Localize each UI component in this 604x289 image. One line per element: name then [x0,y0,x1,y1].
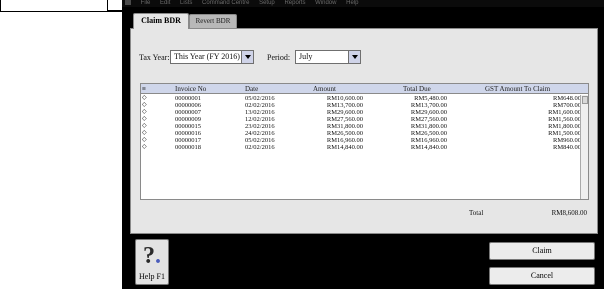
row-indicator-icon: ◇ [142,130,147,136]
cell-invoice-no: 00000016 [175,130,201,137]
cell-gst-amount: RM1,600.00 [548,109,581,116]
scrollbar-thumb[interactable] [582,96,588,104]
cell-date: 24/02/2016 [245,130,275,137]
claim-button[interactable]: Claim [489,242,595,260]
tax-year-value: This Year (FY 2016) [174,52,240,61]
filter-row: Tax Year: This Year (FY 2016) Period: Ju… [135,49,435,65]
cell-date: 05/02/2016 [245,95,275,102]
table-row[interactable]: ◇ 00000016 24/02/2016 RM26,500.00 RM26,500.0… [141,130,588,137]
cell-amount: RM29,600.00 [326,109,363,116]
col-date[interactable]: Date [245,84,258,94]
menu-bar: File Edit Lists Command Centre Setup Rep… [122,0,604,7]
menu-file[interactable]: File [141,0,151,6]
help-icon: ?. [143,243,161,269]
cell-amount: RM27,560.00 [326,116,363,123]
menu-edit[interactable]: Edit [160,0,170,6]
total-value: RM8,608.00 [551,209,587,217]
grid-rows: ◇ 00000001 05/02/2016 RM10,600.00 RM5,480.00… [141,95,588,151]
cell-total-due: RM5,480.00 [414,95,447,102]
cell-gst-amount: RM960.00 [553,137,581,144]
cell-invoice-no: 00000006 [175,102,201,109]
cell-invoice-no: 00000001 [175,95,201,102]
row-indicator-icon: ◇ [142,116,147,122]
cell-invoice-no: 00000009 [175,116,201,123]
tax-year-select[interactable]: This Year (FY 2016) [170,50,254,64]
row-indicator-icon: ◇ [142,144,147,150]
cell-date: 02/02/2016 [245,102,275,109]
row-indicator-icon: ◇ [142,137,147,143]
cell-date: 05/02/2016 [245,137,275,144]
tab-claim-bdr[interactable]: Claim BDR [133,13,189,29]
cell-invoice-no: 00000007 [175,109,201,116]
col-invoice-no[interactable]: Invoice No [175,84,206,94]
cell-amount: RM10,600.00 [326,95,363,102]
menu-setup[interactable]: Setup [259,0,275,6]
cell-gst-amount: RM1,500.00 [548,130,581,137]
cell-date: 23/02/2016 [245,123,275,130]
table-row[interactable]: ◇ 00000009 12/02/2016 RM27,560.00 RM27,560.0… [141,116,588,123]
row-indicator-icon: ◇ [142,102,147,108]
table-row[interactable]: ◇ 00000017 05/02/2016 RM16,960.00 RM16,960.0… [141,137,588,144]
table-row[interactable]: ◇ 00000018 02/02/2016 RM14,840.00 RM14,840.0… [141,144,588,151]
cell-amount: RM16,960.00 [326,137,363,144]
grid-scrollbar[interactable] [580,95,588,199]
cell-invoice-no: 00000018 [175,144,201,151]
table-row[interactable]: ◇ 00000001 05/02/2016 RM10,600.00 RM5,480.00… [141,95,588,102]
col-gst-amount[interactable]: GST Amount To Claim [485,84,550,94]
period-select[interactable]: July [295,50,361,64]
menu-reports[interactable]: Reports [284,0,305,6]
total-label: Total [469,209,484,217]
table-row[interactable]: ◇ 00000015 23/02/2016 RM31,800.00 RM31,800.0… [141,123,588,130]
tax-year-label: Tax Year: [139,53,170,62]
cell-amount: RM14,840.00 [326,144,363,151]
grid-header: ≡ Invoice No Date Amount Total Due GST A… [141,84,588,94]
help-button[interactable]: ?. Help F1 [135,239,169,285]
cell-gst-amount: RM1,800.00 [548,123,581,130]
period-label: Period: [267,53,291,62]
cell-gst-amount: RM700.00 [553,102,581,109]
tab-revert-bdr[interactable]: Revert BDR [189,14,237,28]
cell-gst-amount: RM840.00 [553,144,581,151]
cell-date: 13/02/2016 [245,109,275,116]
cell-total-due: RM31,800.00 [410,123,447,130]
table-row[interactable]: ◇ 00000006 02/02/2016 RM13,700.00 RM13,700.0… [141,102,588,109]
menu-help[interactable]: Help [346,0,358,6]
chevron-down-icon[interactable] [348,51,360,63]
grid-menu-icon[interactable]: ≡ [142,85,150,93]
cell-invoice-no: 00000017 [175,137,201,144]
menu-command-centre[interactable]: Command Centre [202,0,249,6]
col-amount[interactable]: Amount [313,84,336,94]
menu-lists[interactable]: Lists [180,0,192,6]
table-row[interactable]: ◇ 00000007 13/02/2016 RM29,600.00 RM29,600.0… [141,109,588,116]
cell-total-due: RM27,560.00 [410,116,447,123]
cell-total-due: RM14,840.00 [410,144,447,151]
cell-gst-amount: RM1,560.00 [548,116,581,123]
cell-total-due: RM16,960.00 [410,137,447,144]
cell-amount: RM13,700.00 [326,102,363,109]
chevron-down-icon[interactable] [241,51,253,63]
cell-total-due: RM13,700.00 [410,102,447,109]
claim-bdr-panel: Tax Year: This Year (FY 2016) Period: Ju… [130,28,598,234]
menu-window[interactable]: Window [315,0,336,6]
callout-box [0,0,108,12]
cell-amount: RM31,800.00 [326,123,363,130]
cell-total-due: RM29,600.00 [410,109,447,116]
row-indicator-icon: ◇ [142,95,147,101]
col-total-due[interactable]: Total Due [403,84,431,94]
row-indicator-icon: ◇ [142,123,147,129]
row-indicator-icon: ◇ [142,109,147,115]
period-value: July [299,52,313,61]
cell-gst-amount: RM648.00 [553,95,581,102]
cell-date: 12/02/2016 [245,116,275,123]
cell-total-due: RM26,500.00 [410,130,447,137]
cancel-button[interactable]: Cancel [489,267,595,285]
help-button-label: Help F1 [139,272,165,281]
cell-invoice-no: 00000015 [175,123,201,130]
cell-date: 02/02/2016 [245,144,275,151]
app-icon [125,0,131,5]
claim-bdr-window: File Edit Lists Command Centre Setup Rep… [122,0,604,289]
cell-amount: RM26,500.00 [326,130,363,137]
invoice-grid: ≡ Invoice No Date Amount Total Due GST A… [140,83,589,200]
